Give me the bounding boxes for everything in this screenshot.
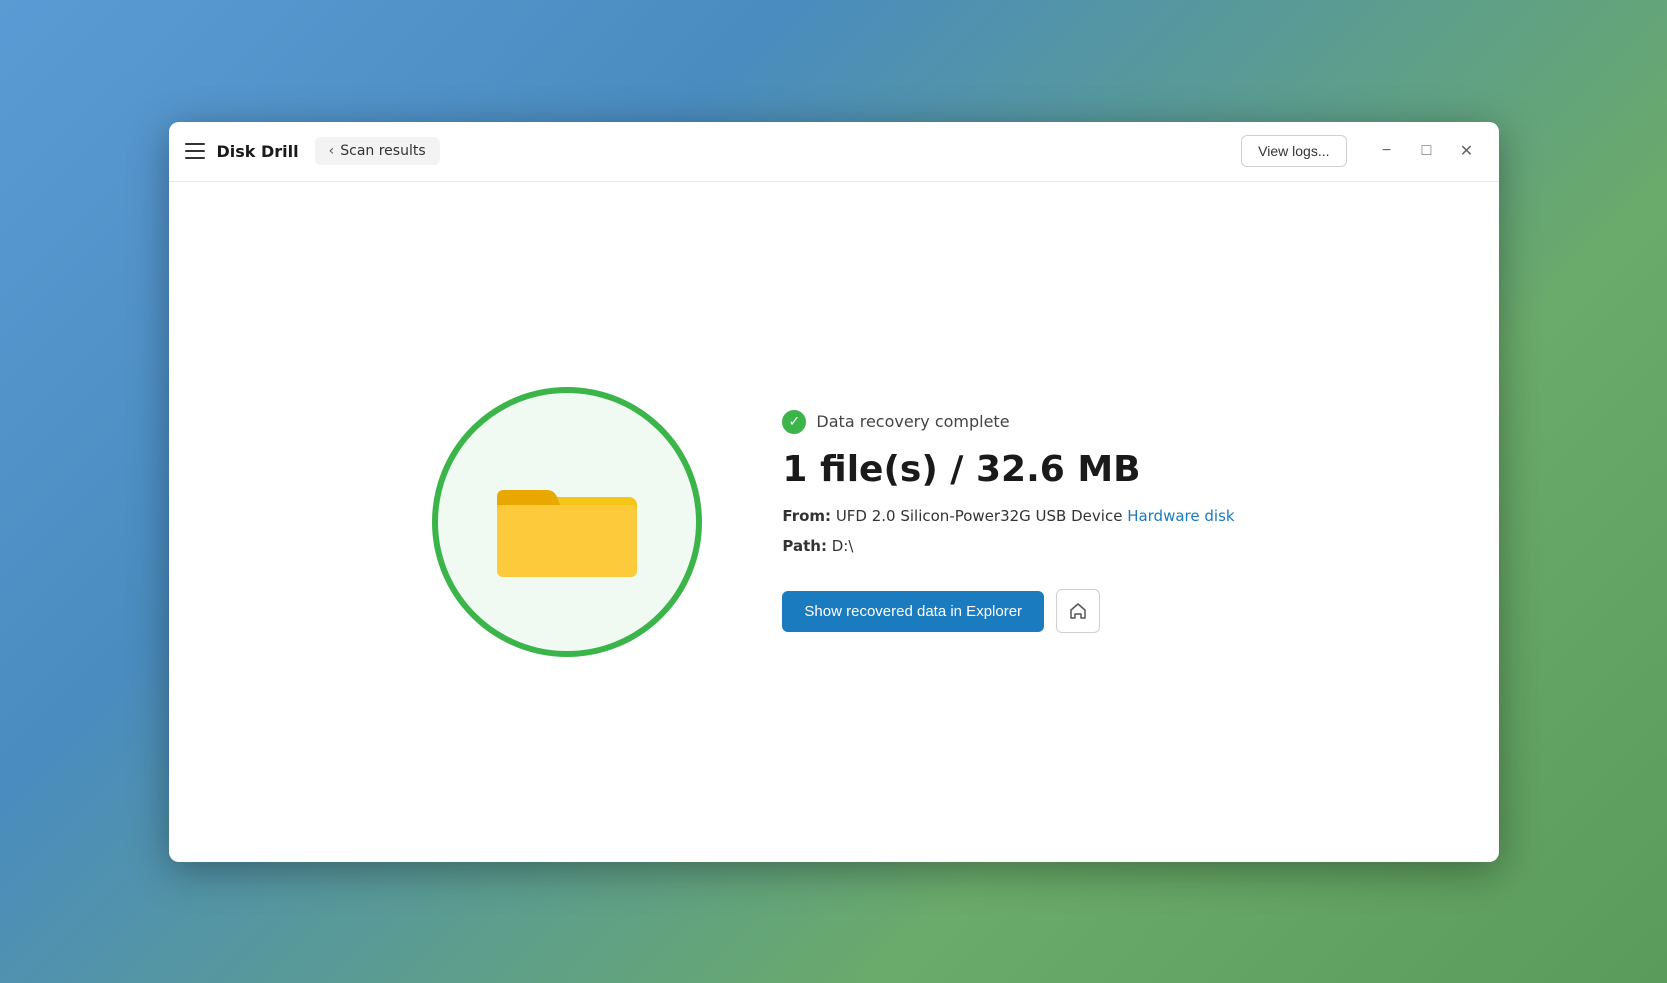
maximize-button[interactable]: □ xyxy=(1411,135,1443,167)
from-label: From: xyxy=(782,507,831,525)
app-window: Disk Drill ‹ Scan results View logs... −… xyxy=(169,122,1499,862)
show-explorer-button[interactable]: Show recovered data in Explorer xyxy=(782,591,1044,632)
recovery-headline: 1 file(s) / 32.6 MB xyxy=(782,448,1234,491)
back-nav-label: Scan results xyxy=(340,143,425,159)
status-row: Data recovery complete xyxy=(782,410,1234,434)
from-row: From: UFD 2.0 Silicon-Power32G USB Devic… xyxy=(782,507,1234,525)
action-row: Show recovered data in Explorer xyxy=(782,589,1234,633)
folder-illustration xyxy=(432,387,702,657)
content-area: Data recovery complete 1 file(s) / 32.6 … xyxy=(432,387,1234,657)
path-label: Path: xyxy=(782,537,827,555)
main-content: Data recovery complete 1 file(s) / 32.6 … xyxy=(169,182,1499,862)
status-text: Data recovery complete xyxy=(816,412,1009,431)
home-icon xyxy=(1068,601,1088,621)
view-logs-button[interactable]: View logs... xyxy=(1241,135,1346,167)
folder-icon xyxy=(492,462,642,582)
close-button[interactable]: ✕ xyxy=(1451,135,1483,167)
info-panel: Data recovery complete 1 file(s) / 32.6 … xyxy=(782,410,1234,633)
minimize-button[interactable]: − xyxy=(1371,135,1403,167)
home-button[interactable] xyxy=(1056,589,1100,633)
window-controls: − □ ✕ xyxy=(1371,135,1483,167)
hardware-link[interactable]: Hardware disk xyxy=(1127,507,1234,525)
hamburger-menu-icon[interactable] xyxy=(185,143,205,159)
back-arrow-icon: ‹ xyxy=(329,143,335,159)
back-nav-button[interactable]: ‹ Scan results xyxy=(315,137,440,165)
check-circle-icon xyxy=(782,410,806,434)
path-row: Path: D:\ xyxy=(782,537,1234,555)
titlebar: Disk Drill ‹ Scan results View logs... −… xyxy=(169,122,1499,182)
app-title: Disk Drill xyxy=(217,142,299,161)
